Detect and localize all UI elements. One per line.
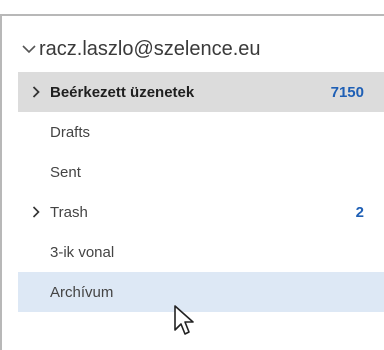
chevron-right-icon[interactable] <box>32 192 40 232</box>
chevron-right-icon[interactable] <box>32 72 40 112</box>
mouse-pointer-icon <box>172 304 198 340</box>
folder-label: Beérkezett üzenetek <box>50 83 195 101</box>
folder-item-drafts[interactable]: Drafts <box>18 112 384 152</box>
folder-label: 3-ik vonal <box>50 243 115 261</box>
folder-item-sent[interactable]: Sent <box>18 152 384 192</box>
folder-label: Sent <box>50 163 81 181</box>
folder-label: Archívum <box>50 283 114 301</box>
folder-item-inbox[interactable]: Beérkezett üzenetek 7150 <box>18 72 384 112</box>
folder-pane: racz.laszlo@szelence.eu Beérkezett üzene… <box>0 0 384 350</box>
folder-list: Beérkezett üzenetek 7150 Drafts Sent Tra… <box>18 72 384 312</box>
folder-item-trash[interactable]: Trash 2 <box>18 192 384 232</box>
folder-label: Trash <box>50 203 88 221</box>
unread-count: 7150 <box>330 83 364 101</box>
folder-item-archivum[interactable]: Archívum <box>18 272 384 312</box>
account-email: racz.laszlo@szelence.eu <box>39 37 261 60</box>
chevron-down-icon[interactable] <box>22 44 36 54</box>
folder-item-3-ik-vonal[interactable]: 3-ik vonal <box>18 232 384 272</box>
unread-count: 2 <box>355 203 364 221</box>
folder-label: Drafts <box>50 123 91 141</box>
pane-left-border <box>0 14 2 350</box>
account-header[interactable]: racz.laszlo@szelence.eu <box>22 33 261 65</box>
pane-top-border <box>0 0 384 16</box>
